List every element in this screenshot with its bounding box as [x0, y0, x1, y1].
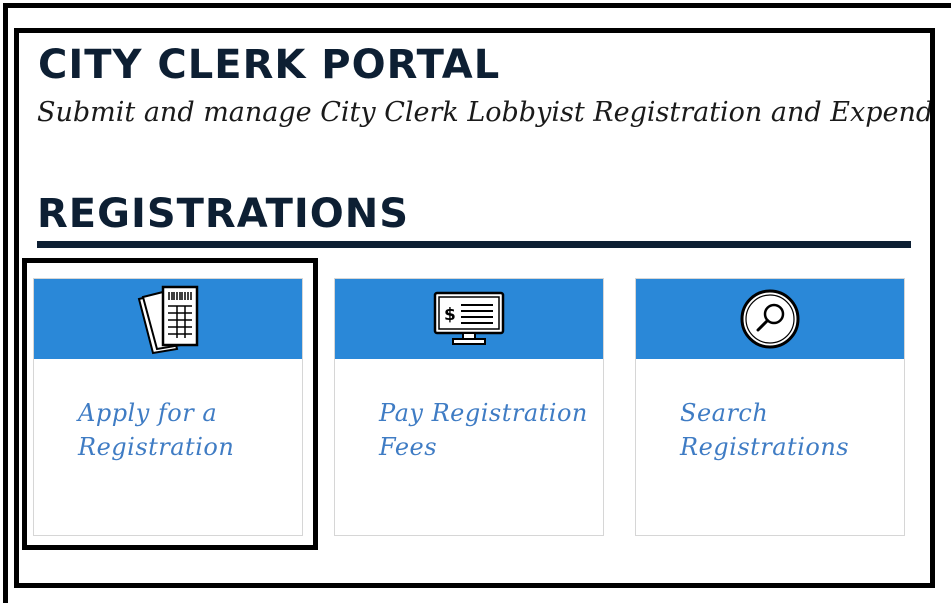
card-banner: $	[335, 279, 603, 359]
payment-monitor-icon: $	[433, 291, 505, 347]
portal-subtitle: Submit and manage City Clerk Lobbyist Re…	[37, 97, 934, 128]
svg-text:$: $	[444, 305, 456, 325]
card-apply-registration[interactable]: Apply for a Registration	[33, 278, 303, 536]
apply-registration-link[interactable]: Apply for a Registration	[78, 396, 288, 464]
search-registrations-link[interactable]: Search Registrations	[680, 396, 890, 464]
registration-form-icon	[133, 283, 203, 355]
pay-fees-link[interactable]: Pay Registration Fees	[379, 396, 589, 464]
card-search-registrations[interactable]: Search Registrations	[635, 278, 905, 536]
portal-title: CITY CLERK PORTAL	[38, 42, 501, 88]
card-banner	[34, 279, 302, 359]
section-divider	[37, 241, 911, 248]
card-pay-fees[interactable]: $ Pay Registration Fees	[334, 278, 604, 536]
registrations-heading: REGISTRATIONS	[37, 191, 410, 237]
portal-panel: CITY CLERK PORTAL Submit and manage City…	[14, 28, 935, 588]
card-banner	[636, 279, 904, 359]
magnifier-icon	[736, 288, 804, 350]
